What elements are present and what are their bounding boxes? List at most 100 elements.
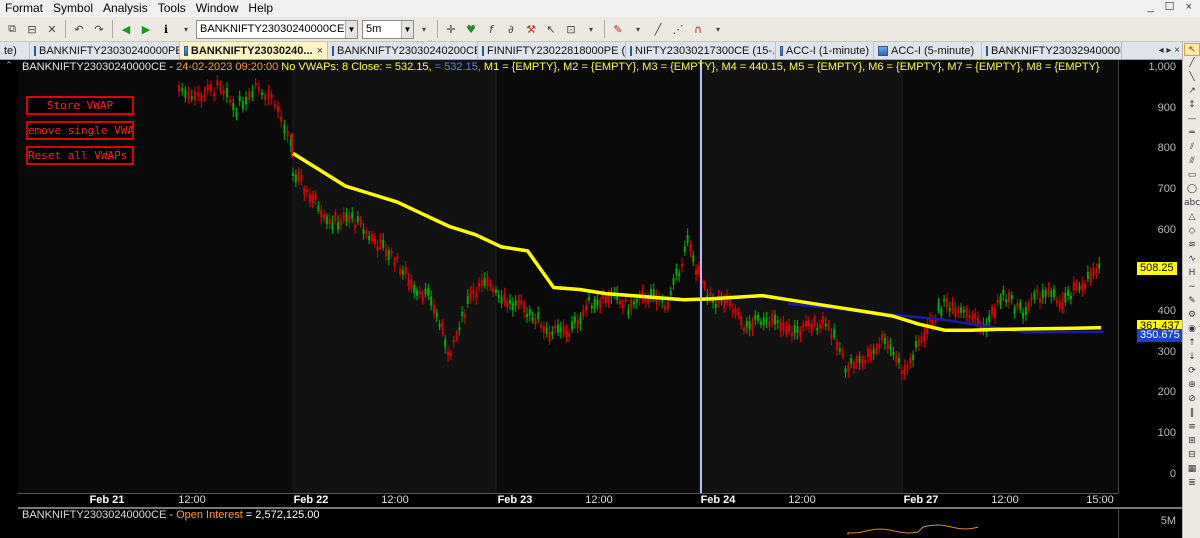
candle-bull bbox=[937, 302, 940, 311]
menu-format[interactable]: Format bbox=[0, 0, 48, 17]
new-window-icon[interactable]: ⧉ bbox=[4, 21, 20, 37]
price-chart-pane[interactable]: BANKNIFTY23030240000CE - 24-02-2023 09:2… bbox=[18, 60, 1118, 493]
price-axis[interactable]: 1,0009008007006005004003002001000508.253… bbox=[1118, 60, 1183, 493]
symbol-combo[interactable]: BANKNIFTY23030240000CE ▼ bbox=[196, 19, 358, 39]
tool-pencil-icon[interactable]: ✎ bbox=[1184, 295, 1200, 308]
tool-plus-icon[interactable]: ⊕ bbox=[1184, 379, 1200, 392]
screenshot-icon[interactable]: ⊡ bbox=[563, 21, 579, 37]
forward-icon[interactable]: ▶ bbox=[138, 21, 154, 37]
tool-triangle-icon[interactable]: △ bbox=[1184, 211, 1200, 224]
dropdown-arrow-icon[interactable]: ▾ bbox=[710, 21, 726, 37]
tab-close-icon[interactable]: × bbox=[317, 45, 323, 57]
tool-arrow-icon[interactable]: ↗ bbox=[1184, 85, 1200, 98]
tab-scroll-controls[interactable]: ◂ ▸ × bbox=[1159, 42, 1180, 59]
wand-icon[interactable]: ⚒ bbox=[523, 21, 539, 37]
tool-wave-icon[interactable]: ≋ bbox=[1184, 239, 1200, 252]
pen-color-icon[interactable]: ✎ bbox=[610, 21, 626, 37]
candle-bull bbox=[999, 296, 1002, 305]
window-controls[interactable]: _ ☐ × bbox=[1147, 0, 1196, 13]
tool-sine-icon[interactable]: ∿ bbox=[1184, 253, 1200, 266]
info-icon[interactable]: ℹ bbox=[158, 21, 174, 37]
reset-all-vwaps-button[interactable]: Reset all VWAPs bbox=[26, 146, 134, 165]
tool-table-icon[interactable]: ▦ bbox=[1184, 463, 1200, 476]
tool-grid-icon[interactable]: ⊞ bbox=[1184, 435, 1200, 448]
line-tool-icon[interactable]: ╱ bbox=[650, 21, 666, 37]
candle-bear bbox=[264, 94, 267, 101]
tab-5[interactable]: NIFTY23030217300CE (15-... bbox=[626, 42, 776, 59]
tab-label: ACC-I (1-minute) bbox=[785, 44, 869, 57]
magnet-icon[interactable]: ∩ bbox=[690, 21, 706, 37]
formula-icon[interactable]: f bbox=[483, 21, 499, 37]
tool-diamond-icon[interactable]: ◇ bbox=[1184, 225, 1200, 238]
pointer-icon[interactable]: ↖ bbox=[543, 21, 559, 37]
crosshair-icon[interactable]: ✛ bbox=[443, 21, 459, 37]
link-icon[interactable]: ⊟ bbox=[24, 21, 40, 37]
tool-rectangle-icon[interactable]: ▭ bbox=[1184, 169, 1200, 182]
menu-tools[interactable]: Tools bbox=[153, 0, 191, 17]
menu-symbol[interactable]: Symbol bbox=[48, 0, 98, 17]
chevron-up-icon[interactable]: ⌃ bbox=[0, 60, 18, 72]
candle-bull bbox=[528, 309, 531, 316]
chevron-down-icon[interactable]: ▼ bbox=[401, 20, 413, 38]
open-interest-pane[interactable]: BANKNIFTY23030240000CE - Open Interest =… bbox=[18, 509, 1118, 538]
tool-grid2-icon[interactable]: ⊟ bbox=[1184, 449, 1200, 462]
candle-bull bbox=[962, 309, 965, 313]
ray-tool-icon[interactable]: ⋰ bbox=[670, 21, 686, 37]
tool-ban-icon[interactable]: ⊘ bbox=[1184, 393, 1200, 406]
undo-icon[interactable]: ↶ bbox=[71, 21, 87, 37]
tab-4[interactable]: FINNIFTY23022818000PE (1... bbox=[478, 42, 626, 59]
tool-circle-icon[interactable]: ◉ bbox=[1184, 323, 1200, 336]
menu-window[interactable]: Window bbox=[191, 0, 244, 17]
redo-icon[interactable]: ↷ bbox=[91, 21, 107, 37]
heart-icon[interactable]: ♥ bbox=[463, 21, 479, 37]
candle-bear bbox=[404, 266, 407, 275]
close-icon[interactable]: ✕ bbox=[44, 21, 60, 37]
menu-help[interactable]: Help bbox=[243, 0, 278, 17]
tool-up-icon[interactable]: ↑ bbox=[1184, 337, 1200, 350]
dropdown-arrow-icon[interactable]: ▾ bbox=[416, 21, 432, 37]
tab-1[interactable]: BANKNIFTY23030240000PE... bbox=[30, 42, 180, 59]
tab-7[interactable]: ACC-I (5-minute) bbox=[874, 42, 982, 59]
tool-parallel-icon[interactable]: ⫽ bbox=[1184, 141, 1200, 154]
candle-bull bbox=[943, 298, 946, 302]
dropdown-arrow-icon[interactable]: ▾ bbox=[630, 21, 646, 37]
interval-combo[interactable]: 5m ▼ bbox=[362, 19, 414, 39]
tool-cycle-icon[interactable]: ⟳ bbox=[1184, 365, 1200, 378]
tool-channel-icon[interactable]: ═ bbox=[1184, 127, 1200, 140]
tool-list-icon[interactable]: ≣ bbox=[1184, 477, 1200, 490]
store-vwap-button[interactable]: Store VWAP bbox=[26, 96, 134, 115]
dropdown-arrow-icon[interactable]: ▾ bbox=[178, 21, 194, 37]
tool-down-icon[interactable]: ↓ bbox=[1184, 351, 1200, 364]
tab-3[interactable]: BANKNIFTY23030240200CE... bbox=[328, 42, 478, 59]
tool-menu-icon[interactable]: ≡ bbox=[1184, 421, 1200, 434]
tool-squiggle-icon[interactable]: ∼ bbox=[1184, 281, 1200, 294]
tool-hline-icon[interactable]: H bbox=[1184, 267, 1200, 280]
menu-analysis[interactable]: Analysis bbox=[98, 0, 153, 17]
tool-line-down-icon[interactable]: ╲ bbox=[1184, 71, 1200, 84]
tool-line-icon[interactable]: ╱ bbox=[1184, 57, 1200, 70]
candle-bear bbox=[421, 295, 424, 302]
chevron-down-icon[interactable]: ▼ bbox=[345, 20, 357, 38]
candle-bear bbox=[273, 104, 276, 108]
tool-ellipse-icon[interactable]: ◯ bbox=[1184, 183, 1200, 196]
candle-bear bbox=[830, 334, 833, 339]
tool-pause-icon[interactable]: ‖ bbox=[1184, 407, 1200, 420]
tab-0[interactable]: te) bbox=[0, 42, 30, 59]
tool-vertical-icon[interactable]: ↕ bbox=[1184, 99, 1200, 112]
tab-8[interactable]: BANKNIFTY23032940000PE... bbox=[982, 42, 1122, 59]
tool-select-icon[interactable]: ↖ bbox=[1184, 43, 1200, 56]
tool-horizontal-icon[interactable]: — bbox=[1184, 113, 1200, 126]
back-icon[interactable]: ◀ bbox=[118, 21, 134, 37]
tool-gear-icon[interactable]: ⚙ bbox=[1184, 309, 1200, 322]
dropdown-arrow-icon[interactable]: ▾ bbox=[583, 21, 599, 37]
candle-bull bbox=[1044, 290, 1047, 298]
indicator-icon[interactable]: ∂ bbox=[503, 21, 519, 37]
tool-text-icon[interactable]: abc bbox=[1184, 197, 1200, 210]
tab-2[interactable]: BANKNIFTY23030240... × bbox=[180, 42, 328, 59]
candle-bull bbox=[672, 278, 675, 285]
tab-6[interactable]: ACC-I (1-minute) bbox=[776, 42, 874, 59]
candle-bull bbox=[1013, 307, 1016, 314]
tool-parallel2-icon[interactable]: ⫻ bbox=[1184, 155, 1200, 168]
time-axis[interactable]: Feb 21 12:00 Feb 22 12:00 Feb 23 12:00 Feb 24 1… bbox=[18, 493, 1118, 507]
remove-single-vwap-button[interactable]: emove single VWA bbox=[26, 121, 134, 140]
